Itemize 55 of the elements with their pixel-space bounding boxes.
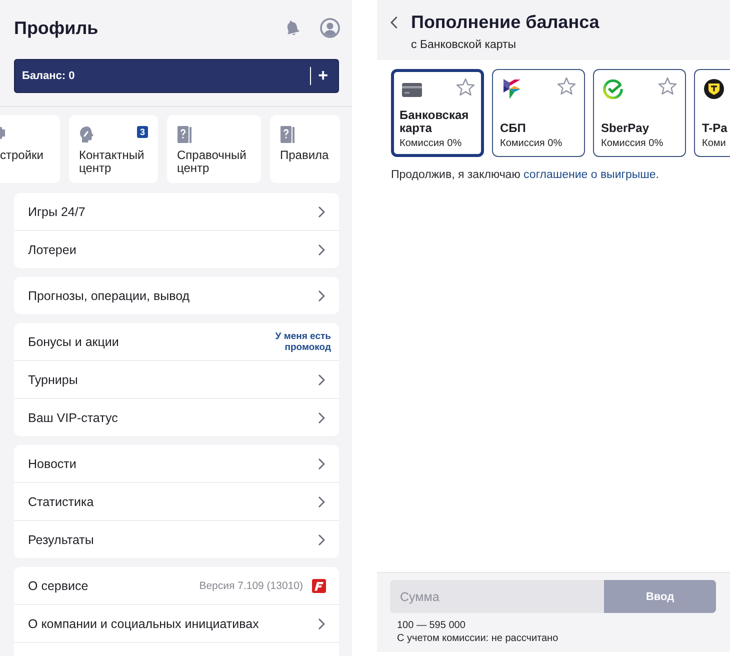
page-title: Пополнение баланса [411,12,600,32]
shortcut-tile[interactable]: 3 Контактный центр [69,115,158,183]
shortcut-tile[interactable]: Справочный центр [167,115,261,183]
chevron-right-icon [318,496,325,508]
promo-code-link[interactable]: У меня есть промокод [265,330,331,352]
menu-item[interactable]: Прогнозы, операции, вывод [14,277,339,314]
page-title: Профиль [14,18,100,38]
menu-item[interactable]: О сервисе Версия 7.109 (13010) [14,567,339,604]
range-text: 100 — 595 000 [396,619,466,632]
balance-label: Баланс: 0 [22,70,76,82]
star-icon[interactable] [456,78,474,96]
subtitle: с Банковской карты [411,39,518,51]
menu-item[interactable]: Статистика [14,482,339,520]
payment-method-card[interactable]: Банковская карта Комиссия 0% [391,69,484,157]
menu-item[interactable]: Результаты [14,520,339,558]
commission-text: С учетом комиссии: не рассчитано [396,632,560,645]
triangle-logo-icon [502,79,522,99]
amount-field[interactable]: Сумма [390,580,604,613]
add-balance-button[interactable]: + [310,67,335,85]
book-icon [280,126,295,143]
chevron-right-icon [318,244,325,256]
star-icon[interactable] [658,77,677,95]
menu-item[interactable]: Турниры [14,360,339,398]
shortcut-tile[interactable]: Правила [270,115,340,183]
chevron-right-icon [318,374,325,386]
chevron-right-icon [318,206,325,218]
balance-bar[interactable]: Баланс: 0 + [14,59,339,93]
chevron-right-icon [318,618,325,630]
menu-item[interactable]: О компании и социальных инициативах [14,604,339,643]
avatar-icon[interactable] [320,18,340,38]
star-icon[interactable] [557,77,576,95]
menu-item[interactable]: Игры 24/7 [14,193,339,230]
circle-logo-icon [704,79,724,99]
menu-item[interactable]: Бонусы и акции У меня есть промокод [14,323,339,360]
chevron-right-icon [318,458,325,470]
back-icon[interactable] [390,16,398,28]
payment-method-card[interactable]: T-Pa Коми [694,69,730,157]
chevron-right-icon [318,412,325,424]
check-circle-icon [603,79,623,99]
agreement-link[interactable]: соглашение о выигрыше [524,169,656,181]
version-text: Версия 7.109 (13010) [199,580,303,592]
book-icon [177,126,192,143]
menu-item[interactable]: Лотереи [14,230,339,268]
agreement-text: Продолжив, я заключаю соглашение о выигрыше. [391,169,660,181]
payment-method-card[interactable]: СБП Комиссия 0% [492,69,585,157]
gear-icon [0,126,5,140]
shortcut-tile[interactable]: стройки [0,115,60,183]
logo-icon [312,578,326,592]
menu-item[interactable]: Новости [14,445,339,482]
chevron-right-icon [318,290,325,302]
count-badge: 3 [137,126,148,138]
menu-item[interactable]: Ваш VIP-статус [14,398,339,436]
head-icon [79,126,94,143]
chevron-right-icon [318,534,325,546]
payment-method-card[interactable]: SberPay Комиссия 0% [593,69,686,157]
